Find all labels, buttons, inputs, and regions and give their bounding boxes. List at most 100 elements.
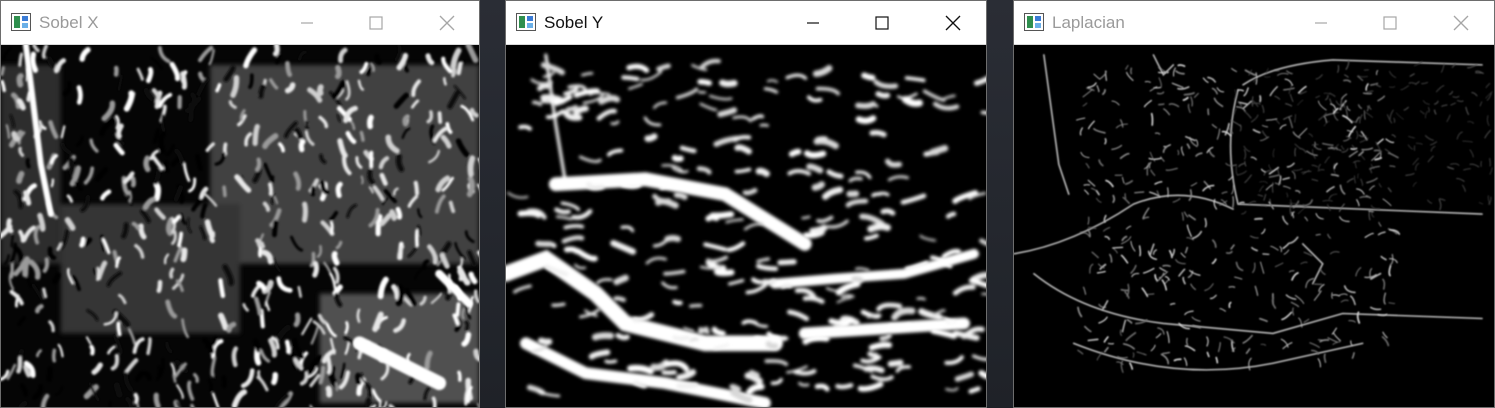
- edge-stroke: [627, 364, 654, 375]
- edge-stroke: [869, 129, 887, 138]
- edge-stroke: [165, 217, 174, 237]
- sobel-y-image: [506, 45, 986, 407]
- edge-stroke: [916, 297, 926, 301]
- edge-stroke: [209, 230, 216, 244]
- edge-stroke: [1, 79, 6, 93]
- window-sobel-y[interactable]: Sobel Y: [505, 0, 987, 408]
- edge-stroke: [734, 167, 752, 174]
- edge-stroke: [51, 272, 61, 285]
- edge-stroke: [293, 312, 301, 328]
- edge-stroke: [395, 153, 405, 173]
- close-icon: [945, 15, 961, 31]
- edge-stroke: [467, 155, 476, 178]
- edge-stroke: [297, 285, 302, 298]
- maximize-icon: [875, 16, 889, 30]
- edge-stroke: [169, 267, 175, 279]
- edge-stroke: [598, 95, 621, 105]
- edge-stroke: [765, 341, 779, 350]
- edge-stroke: [326, 355, 332, 375]
- edge-stroke: [51, 348, 57, 363]
- edge-stroke: [133, 392, 139, 405]
- minimize-icon: [807, 22, 819, 24]
- window-sobel-x[interactable]: Sobel X: [0, 0, 480, 408]
- edge-stroke: [880, 208, 896, 216]
- edge-stroke: [780, 283, 793, 289]
- close-button[interactable]: [424, 1, 470, 45]
- edge-stroke: [613, 296, 626, 303]
- edge-stroke: [365, 383, 373, 398]
- edge-stroke: [968, 386, 981, 394]
- edge-stroke: [673, 192, 688, 200]
- edge-stroke: [1104, 137, 1107, 145]
- edge-stroke: [591, 332, 615, 341]
- edge-stroke: [1087, 338, 1099, 342]
- minimize-button[interactable]: [1298, 1, 1344, 45]
- edge-stroke: [96, 266, 100, 281]
- edge-stroke: [156, 279, 163, 293]
- titlebar[interactable]: Sobel Y: [506, 1, 986, 45]
- edge-stroke: [537, 337, 553, 346]
- edge-stroke: [929, 144, 949, 156]
- edge-stroke: [1134, 191, 1145, 194]
- image-canvas[interactable]: [1, 45, 479, 407]
- edge-stroke: [468, 271, 478, 285]
- image-canvas[interactable]: [1014, 45, 1494, 407]
- edge-stroke: [10, 234, 14, 248]
- edge-stroke: [146, 337, 152, 356]
- edge-stroke: [802, 335, 830, 345]
- edge-stroke: [841, 294, 855, 299]
- edge-stroke: [388, 403, 395, 407]
- edge-stroke: [375, 214, 383, 237]
- titlebar[interactable]: Sobel X: [1, 1, 479, 45]
- edge-stroke: [814, 224, 828, 235]
- maximize-button[interactable]: [1367, 1, 1413, 45]
- image-icon: [516, 13, 536, 31]
- edge-stroke: [455, 302, 461, 317]
- edge-stroke: [531, 100, 543, 107]
- maximize-icon: [1383, 16, 1397, 30]
- edge-stroke: [554, 207, 571, 215]
- edge-stroke: [121, 222, 129, 239]
- close-button[interactable]: [930, 1, 976, 45]
- edge-stroke: [1124, 193, 1127, 199]
- edge-stroke: [1362, 92, 1373, 95]
- edge-stroke: [945, 211, 957, 219]
- edge-stroke: [23, 364, 32, 378]
- edge-stroke: [145, 66, 154, 84]
- edge-stroke: [334, 65, 342, 80]
- edge-stroke: [863, 365, 885, 374]
- edge-stroke: [344, 321, 349, 335]
- edge-stroke: [1138, 245, 1142, 257]
- edge-stroke: [1232, 195, 1235, 209]
- close-button[interactable]: [1438, 1, 1484, 45]
- edge-stroke: [360, 175, 364, 185]
- edge-stroke: [395, 284, 405, 307]
- edge-stroke: [672, 335, 690, 341]
- edge-stroke: [50, 178, 55, 188]
- maximize-button[interactable]: [859, 1, 905, 45]
- edge-stroke: [116, 123, 124, 139]
- image-canvas[interactable]: [506, 45, 986, 407]
- edge-stroke: [867, 351, 879, 358]
- edge-stroke: [18, 401, 28, 407]
- titlebar[interactable]: Laplacian: [1014, 1, 1494, 45]
- edge-stroke: [1162, 264, 1171, 267]
- edge-stroke: [310, 185, 316, 197]
- edge-stroke: [1120, 288, 1130, 292]
- edge-stroke: [42, 257, 50, 273]
- edge-stroke: [254, 157, 262, 172]
- edge-stroke: [563, 224, 585, 230]
- edge-stroke: [656, 63, 671, 72]
- minimize-button[interactable]: [284, 1, 330, 45]
- edge-stroke: [803, 150, 827, 159]
- maximize-button[interactable]: [353, 1, 399, 45]
- edge-stroke: [751, 277, 763, 285]
- edge-stroke: [742, 188, 758, 196]
- edge-stroke: [904, 76, 926, 83]
- window-laplacian[interactable]: Laplacian: [1013, 0, 1495, 408]
- edge-stroke: [517, 210, 542, 219]
- window-title: Sobel X: [39, 13, 99, 32]
- minimize-button[interactable]: [790, 1, 836, 45]
- edge-stroke: [879, 333, 892, 342]
- edge-stroke: [22, 256, 30, 278]
